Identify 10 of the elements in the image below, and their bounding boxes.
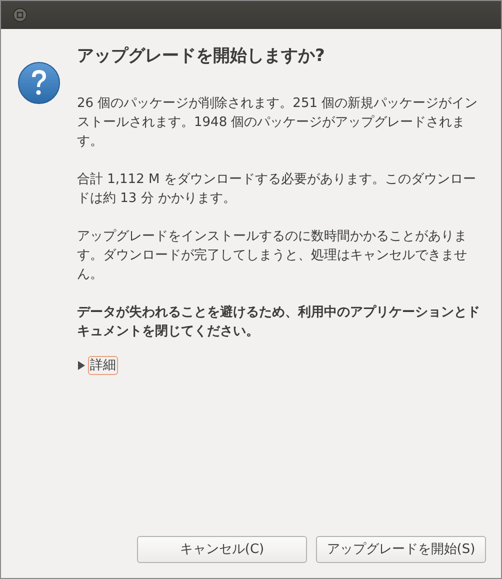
dialog-title: アップグレードを開始しますか?	[77, 45, 326, 68]
dialog-button[interactable]: アップグレードを開始(S)	[316, 536, 486, 563]
question-icon	[17, 61, 61, 105]
expander-arrow-icon	[77, 361, 86, 370]
dialog-button[interactable]: キャンセル(C)	[137, 536, 307, 563]
message-paragraph: アップグレードをインストールするのに数時間かかることがあります。ダウンロードが完了してしまうと、処理はキャンセルできません。	[77, 228, 468, 284]
message-paragraph: 合計 1,112 M をダウンロードする必要があります。このダウンロードは約 13 分 かかります。	[77, 171, 477, 208]
message-paragraph: データが失われることを避けるため、利用中のアプリケーションとドキュメントを閉じてください。	[77, 304, 481, 341]
window-control-icon[interactable]	[13, 8, 27, 22]
message-paragraph: 26 個のパッケージが削除されます。251 個の新規パッケージがインストールされます。1948 個のパッケージがアップグレードされます。	[77, 95, 479, 151]
